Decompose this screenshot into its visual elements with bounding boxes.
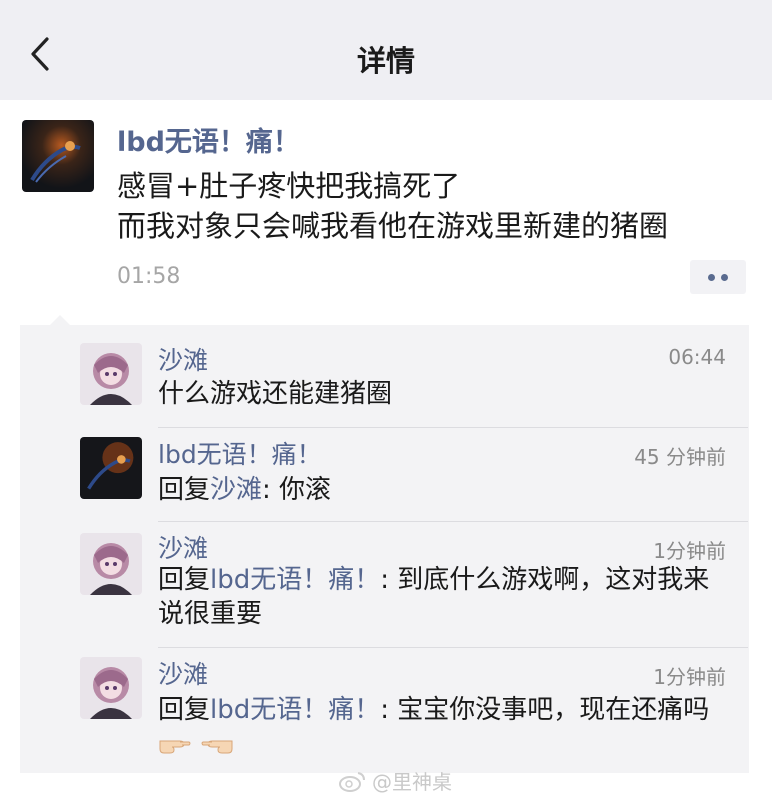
avatar[interactable] <box>80 657 142 719</box>
pointing-right-hand-icon <box>159 740 191 754</box>
reply-prefix: 回复 <box>158 475 211 505</box>
post-content: 感冒+肚子疼快把我搞死了 而我对象只会喊我看他在游戏里新建的猪圈 <box>117 166 757 246</box>
post-line: 而我对象只会喊我看他在游戏里新建的猪圈 <box>117 209 669 243</box>
avatar[interactable] <box>80 437 142 499</box>
comment-author-name[interactable]: 沙滩 <box>158 655 208 691</box>
comment-timestamp: 06:44 <box>668 345 726 369</box>
reply-prefix: 回复 <box>158 565 211 595</box>
divider <box>158 521 748 522</box>
avatar[interactable] <box>80 533 142 595</box>
comment-author-name[interactable]: 沙滩 <box>158 341 208 377</box>
dot-icon <box>721 273 728 281</box>
comment-text: 回复沙滩: 你滚 <box>158 473 733 507</box>
avatar[interactable] <box>22 120 94 192</box>
reply-target-link[interactable]: lbd无语！痛！ <box>210 565 380 595</box>
divider <box>158 427 748 428</box>
avatar[interactable] <box>80 343 142 405</box>
navbar: 详情 <box>0 0 772 100</box>
comment-timestamp: 45 分钟前 <box>634 445 726 469</box>
more-actions-button[interactable] <box>690 260 746 294</box>
reply-prefix: 回复 <box>158 695 211 725</box>
weibo-logo-icon <box>339 771 365 792</box>
post-author-name[interactable]: lbd无语！痛！ <box>117 120 300 159</box>
reply-body: : 你滚 <box>262 475 332 505</box>
post-line: 感冒+肚子疼快把我搞死了 <box>117 169 461 203</box>
emoji-row: 👉👈 <box>158 733 234 755</box>
watermark: @里神桌 <box>338 766 452 795</box>
dot-icon <box>708 273 715 281</box>
comment-author-name[interactable]: 沙滩 <box>158 529 208 565</box>
comment-author-name[interactable]: lbd无语！痛！ <box>158 435 322 471</box>
comment-text: 回复lbd无语！痛！: 宝宝你没事吧，现在还痛吗 <box>158 693 733 727</box>
comment-text: 回复lbd无语！痛！: 到底什么游戏啊，这对我来说很重要 <box>158 563 733 631</box>
divider <box>158 647 748 648</box>
comments-section: 沙滩 06:44 什么游戏还能建猪圈 lbd无语！痛！ 45 分钟前 回复沙滩:… <box>20 315 749 773</box>
page-title: 详情 <box>356 44 415 78</box>
comment-timestamp: 1分钟前 <box>653 539 726 563</box>
reply-body: : 宝宝你没事吧，现在还痛吗 <box>380 695 710 725</box>
post-timestamp: 01:58 <box>117 264 181 289</box>
pointing-left-hand-icon <box>201 740 233 754</box>
comment-text: 什么游戏还能建猪圈 <box>158 379 393 409</box>
reply-target-link[interactable]: lbd无语！痛！ <box>210 695 380 725</box>
comment-timestamp: 1分钟前 <box>653 665 726 689</box>
reply-target-link[interactable]: 沙滩 <box>210 475 262 505</box>
watermark-text: @里神桌 <box>372 770 452 794</box>
